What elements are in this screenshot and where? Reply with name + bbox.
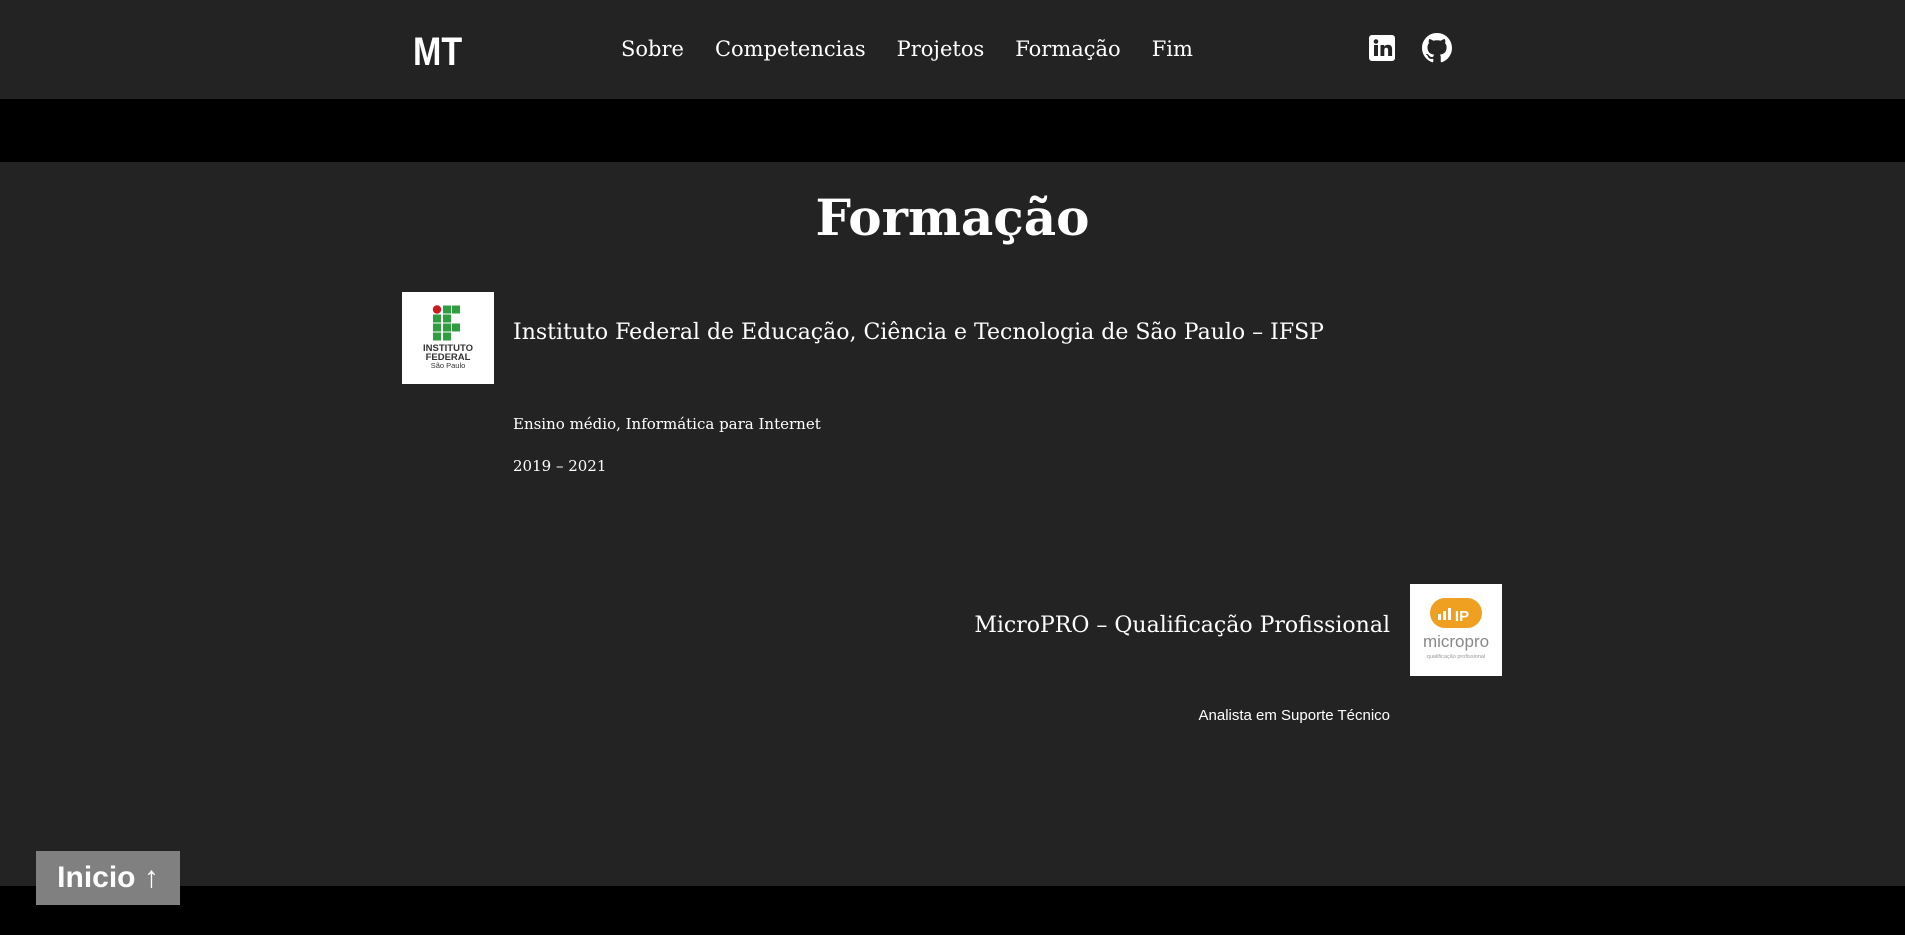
nav-link-fim[interactable]: Fim — [1152, 33, 1193, 65]
micropro-logo-subtitle: qualificação profissional — [1427, 654, 1485, 660]
ifsp-logo-line3: São Paulo — [431, 361, 466, 370]
back-to-top-button[interactable]: Inicio ↑ — [36, 851, 180, 905]
footer-band — [0, 886, 1905, 935]
svg-text:IP: IP — [1455, 608, 1469, 625]
site-logo[interactable]: MT — [413, 28, 462, 76]
ifsp-logo: INSTITUTO FEDERAL São Paulo — [402, 292, 494, 384]
micropro-logo-text: micropro — [1423, 632, 1489, 651]
nav-link-sobre[interactable]: Sobre — [621, 33, 684, 65]
github-icon[interactable] — [1422, 33, 1452, 63]
nav-link-competencias[interactable]: Competencias — [715, 33, 866, 65]
nav-menu: Sobre Competencias Projetos Formação Fim — [621, 33, 1224, 65]
nav-link-projetos[interactable]: Projetos — [897, 33, 985, 65]
navbar: MT Sobre Competencias Projetos Formação … — [0, 0, 1905, 99]
micropro-logo: IP micropro qualificação profissional — [1410, 584, 1502, 676]
nav-link-formacao[interactable]: Formação — [1015, 33, 1120, 65]
education-title-micropro: MicroPRO – Qualificação Profissional — [974, 613, 1390, 638]
section-title: Formação — [815, 188, 1090, 247]
education-course: Ensino médio, Informática para Internet — [513, 415, 821, 433]
header-band — [0, 99, 1905, 162]
education-title-ifsp: Instituto Federal de Educação, Ciência e… — [513, 320, 1324, 345]
education-years: 2019 – 2021 — [513, 457, 607, 475]
linkedin-icon[interactable] — [1367, 33, 1397, 63]
education-role: Analista em Suporte Técnico — [1198, 707, 1391, 724]
